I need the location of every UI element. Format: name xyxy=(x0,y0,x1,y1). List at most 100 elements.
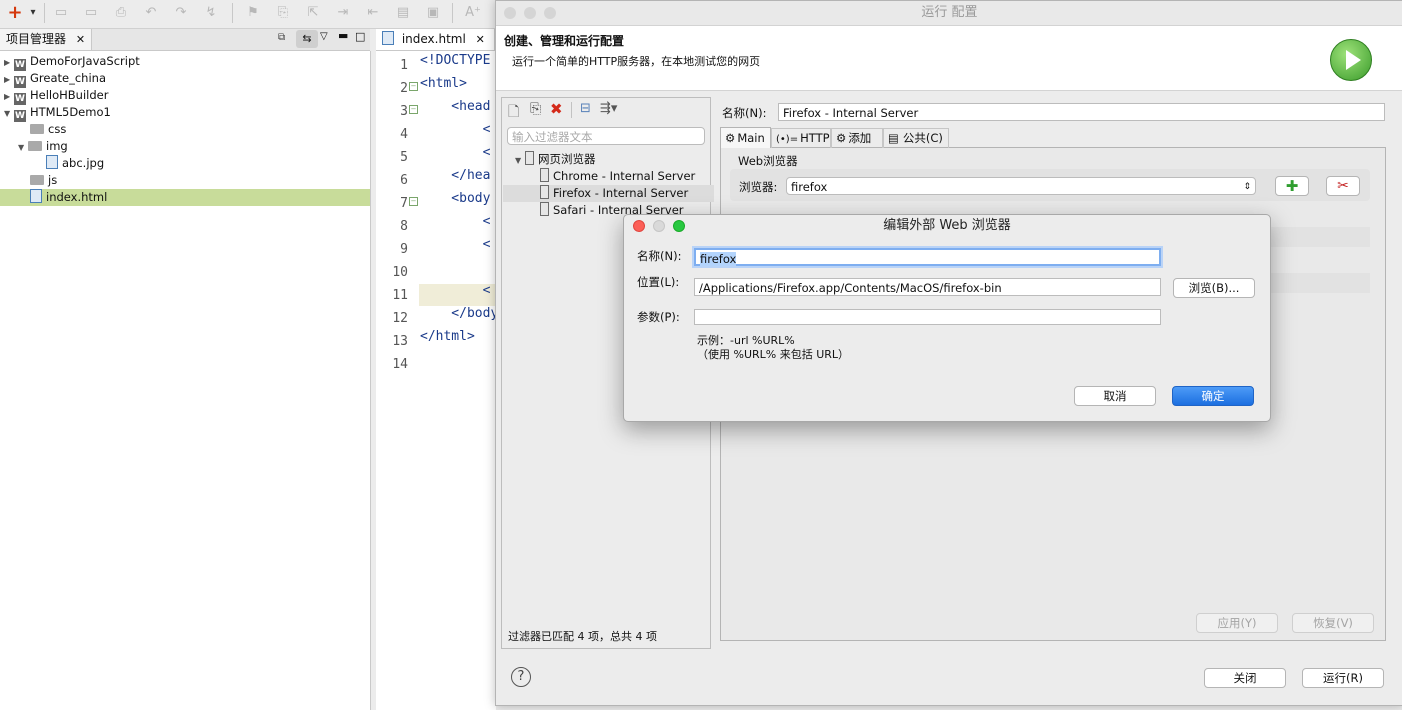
project-item[interactable]: ▶ W HelloHBuilder xyxy=(4,87,108,105)
close-icon[interactable]: ✕ xyxy=(476,33,485,46)
undo-icon[interactable]: ↶ xyxy=(142,4,160,22)
cancel-button[interactable]: 取消 xyxy=(1074,386,1156,406)
collapse-arrow-icon[interactable]: ▼ xyxy=(4,105,14,122)
format-icon[interactable]: ↯ xyxy=(202,4,220,22)
line-number: 12 xyxy=(392,311,408,326)
tab-common[interactable]: ▤ 公共(C) xyxy=(883,128,949,148)
tab-add[interactable]: ⚙ 添加 xyxy=(831,128,883,148)
outdent-icon[interactable]: ⇤ xyxy=(364,4,382,22)
tab-index-html[interactable]: index.html ✕ xyxy=(376,29,495,50)
file-item[interactable]: abc.jpg xyxy=(46,155,104,172)
expand-arrow-icon[interactable]: ▶ xyxy=(4,88,14,105)
folder-item[interactable]: js xyxy=(30,172,57,189)
browse-button[interactable]: 浏览(B)... xyxy=(1173,278,1255,298)
save-icon[interactable]: ▭ xyxy=(52,4,70,22)
fold-toggle-icon[interactable]: − xyxy=(409,197,418,206)
filter-input[interactable]: 输入过滤器文本 xyxy=(507,127,705,145)
file-label: abc.jpg xyxy=(62,156,105,170)
minimize-window-icon[interactable] xyxy=(524,7,536,19)
code-editor[interactable]: 1 2 3 4 5 6 7 8 9 10 11 12 13 14 − − − <… xyxy=(376,51,498,710)
browser-location-field[interactable]: /Applications/Firefox.app/Contents/MacOS… xyxy=(694,278,1161,296)
new-icon[interactable]: + xyxy=(6,4,24,22)
browser-name-field[interactable]: firefox xyxy=(694,248,1161,266)
close-icon[interactable]: ✕ xyxy=(76,33,85,46)
fold-toggle-icon[interactable]: − xyxy=(409,105,418,114)
bookmark-icon[interactable]: ⚑ xyxy=(244,4,262,22)
toolbar-divider xyxy=(44,3,45,23)
close-window-icon[interactable] xyxy=(504,7,516,19)
revert-button[interactable]: 恢复(V) xyxy=(1292,613,1374,633)
code-line: </hea xyxy=(420,168,491,183)
code-line: <body xyxy=(420,191,491,206)
ok-button[interactable]: 确定 xyxy=(1172,386,1254,406)
new-config-icon[interactable]: 🗋 xyxy=(508,101,519,125)
help-icon[interactable]: ? xyxy=(511,667,531,687)
close-button[interactable]: 关闭 xyxy=(1204,668,1286,688)
edit-browser-button[interactable]: ✂ xyxy=(1326,176,1360,196)
expand-arrow-icon[interactable]: ▶ xyxy=(4,54,14,71)
code-line: < xyxy=(420,145,491,160)
line-number: 4 xyxy=(400,127,408,142)
collapse-arrow-icon[interactable]: ▼ xyxy=(18,139,28,156)
project-item[interactable]: ▼ W HTML5Demo1 xyxy=(4,104,111,122)
code-line: < xyxy=(420,283,491,298)
collapse-icon[interactable]: ▣ xyxy=(424,4,442,22)
font-size-icon[interactable]: A⁺ xyxy=(462,4,484,22)
html-file-icon xyxy=(30,189,42,203)
minimize-icon[interactable]: ▬ xyxy=(338,29,348,42)
folder-label: img xyxy=(46,139,68,153)
print-icon[interactable]: ⎙ xyxy=(112,4,130,22)
delete-config-icon[interactable]: ✖ xyxy=(550,100,563,118)
tab-main[interactable]: ⚙ Main xyxy=(720,127,771,148)
close-window-icon[interactable] xyxy=(633,220,645,232)
html-file-icon xyxy=(382,31,394,45)
line-number: 8 xyxy=(400,219,408,234)
project-item[interactable]: ▶ W Greate_china xyxy=(4,70,106,88)
minimize-view-icon[interactable]: ⧉ xyxy=(278,32,285,43)
params-field[interactable] xyxy=(694,309,1161,325)
config-item[interactable]: Chrome - Internal Server xyxy=(540,168,695,185)
collapse-all-icon[interactable]: ⊟ xyxy=(580,101,591,116)
view-menu-icon[interactable]: ▽ xyxy=(320,31,328,42)
config-item-selected[interactable]: Firefox - Internal Server xyxy=(503,185,737,202)
zoom-window-icon[interactable] xyxy=(544,7,556,19)
run-button[interactable]: 运行(R) xyxy=(1302,668,1384,688)
zoom-window-icon[interactable] xyxy=(673,220,685,232)
link-editor-icon[interactable]: ⇆ xyxy=(296,30,318,48)
indent-icon[interactable]: ⇥ xyxy=(334,4,352,22)
select-arrows-icon: ⇕ xyxy=(1243,182,1251,192)
export-icon[interactable]: ⇱ xyxy=(304,4,322,22)
plus-icon: ✚ xyxy=(1285,177,1299,195)
collapse-arrow-icon[interactable]: ▼ xyxy=(515,152,525,169)
expand-arrow-icon[interactable]: ▶ xyxy=(4,71,14,88)
project-item[interactable]: ▶ W DemoForJavaScript xyxy=(4,53,140,71)
browser-select-value: firefox xyxy=(791,180,828,194)
toolbar-divider xyxy=(571,102,572,118)
folder-item[interactable]: ▼ img xyxy=(18,138,68,155)
save-all-icon[interactable]: ▭ xyxy=(82,4,100,22)
duplicate-config-icon[interactable]: ⎘ xyxy=(530,101,541,117)
line-number: 1 xyxy=(400,58,408,73)
browser-select[interactable]: firefox ⇕ xyxy=(786,177,1256,195)
config-name-label: 名称(N): xyxy=(722,106,767,120)
new-dropdown-icon[interactable]: ▾ xyxy=(24,4,42,22)
config-type-item[interactable]: ▼ 网页浏览器 xyxy=(515,151,596,168)
browser-label: 浏览器: xyxy=(739,180,778,194)
tab-project-explorer[interactable]: 项目管理器 ✕ xyxy=(0,29,93,50)
fold-toggle-icon[interactable]: − xyxy=(409,82,418,91)
apply-button[interactable]: 应用(Y) xyxy=(1196,613,1278,633)
minimize-window-icon[interactable] xyxy=(653,220,665,232)
maximize-icon[interactable]: □ xyxy=(355,30,365,43)
file-item-selected[interactable]: index.html xyxy=(0,189,370,206)
tab-http[interactable]: (•)= HTTP xyxy=(771,128,831,148)
config-name-field[interactable]: Firefox - Internal Server xyxy=(778,103,1385,121)
redo-icon[interactable]: ↷ xyxy=(172,4,190,22)
wrap-icon[interactable]: ▤ xyxy=(394,4,412,22)
window-titlebar: 运行 配置 xyxy=(496,1,1402,26)
folder-item[interactable]: css xyxy=(30,121,66,138)
banner: 创建、管理和运行配置 运行一个简单的HTTP服务器，在本地测试您的网页 xyxy=(496,26,1402,91)
filter-icon[interactable]: ⇶▾ xyxy=(600,101,617,116)
comment-icon[interactable]: ⎘ xyxy=(274,4,292,22)
filter-status: 过滤器已匹配 4 项，总共 4 项 xyxy=(508,630,657,643)
add-browser-button[interactable]: ✚ xyxy=(1275,176,1309,196)
